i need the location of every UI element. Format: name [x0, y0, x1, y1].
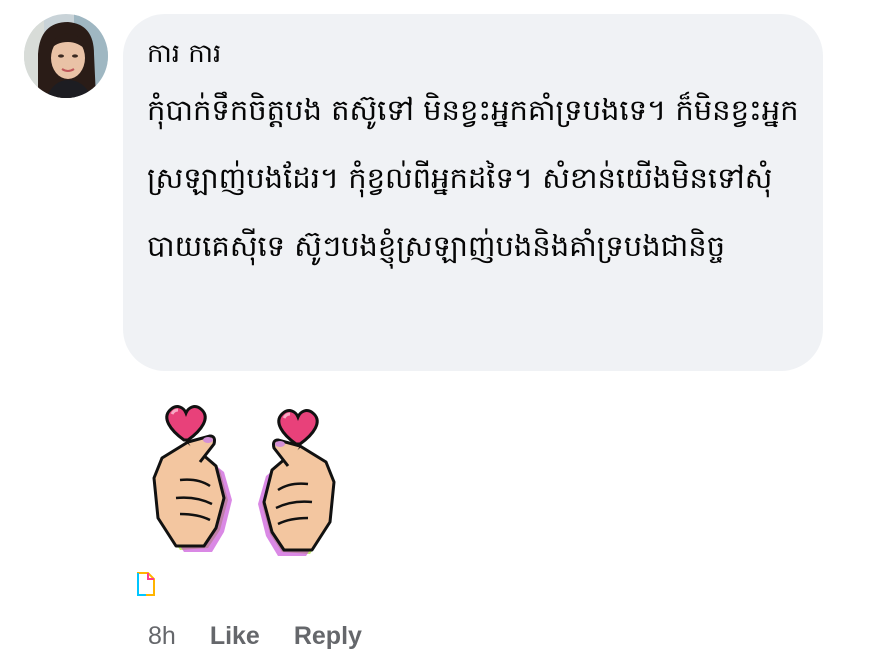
- avatar-photo: [24, 14, 108, 98]
- comment-text: កុំបាក់ទឹកចិត្តបង តស៊ូទៅ មិនខ្វះអ្នកគាំទ…: [147, 93, 799, 263]
- like-button[interactable]: Like: [210, 622, 260, 651]
- comment-timestamp[interactable]: 8h: [148, 622, 176, 651]
- avatar[interactable]: [24, 14, 108, 98]
- finger-heart-sticker: [150, 400, 340, 580]
- comment-bubble: ការ ការ កុំបាក់ទឹកចិត្តបង តស៊ូទៅ មិនខ្វះ…: [123, 14, 823, 371]
- file-icon: [136, 571, 156, 597]
- comment-actions: 8h Like Reply: [148, 617, 396, 655]
- finger-heart-hands-icon: [152, 405, 336, 556]
- comment-author[interactable]: ការ ការ: [147, 36, 799, 72]
- reply-button[interactable]: Reply: [294, 622, 362, 651]
